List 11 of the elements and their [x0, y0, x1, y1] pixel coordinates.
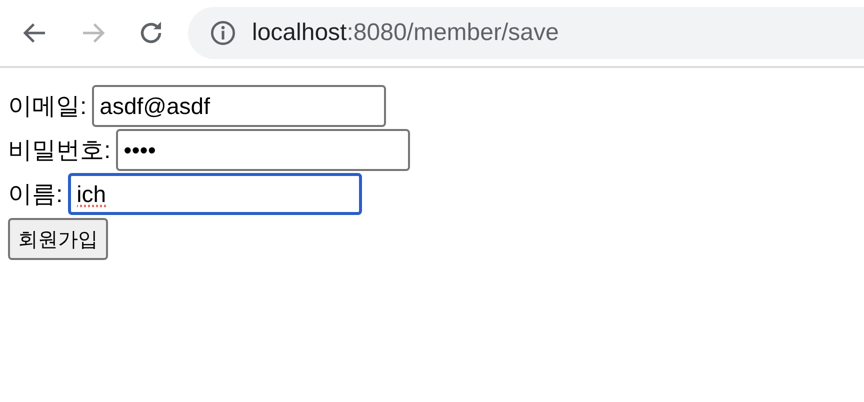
- url-path: :8080/member/save: [346, 19, 559, 47]
- url-host: localhost: [252, 19, 347, 47]
- input-field[interactable]: ••••: [116, 129, 410, 171]
- address-bar[interactable]: localhost:8080/member/save: [188, 7, 864, 59]
- field-label: 이메일:: [8, 92, 87, 122]
- input-field[interactable]: asdf@asdf: [92, 85, 386, 127]
- info-icon[interactable]: [210, 20, 236, 46]
- field-label: 비밀번호:: [8, 136, 111, 166]
- field-label: 이름:: [8, 180, 63, 210]
- input-field[interactable]: ich: [68, 173, 362, 215]
- signup-button[interactable]: 회원가입: [8, 218, 108, 260]
